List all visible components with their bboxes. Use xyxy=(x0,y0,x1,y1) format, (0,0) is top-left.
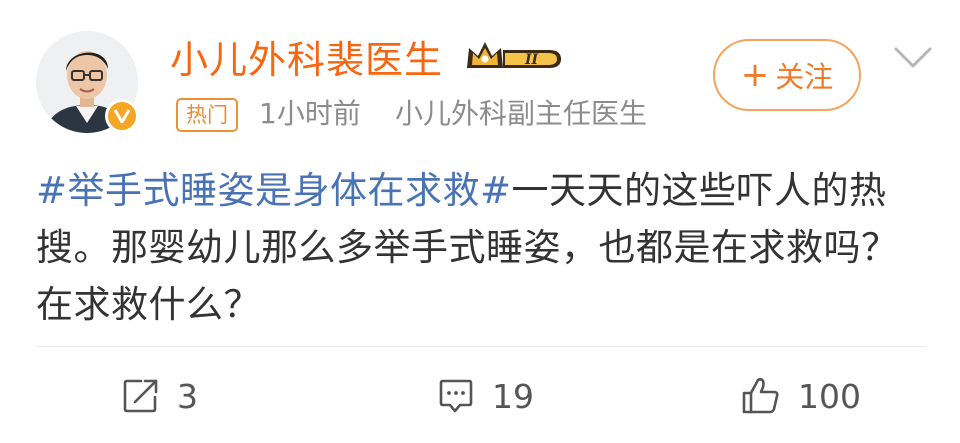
author-name[interactable]: 小儿外科裴医生 xyxy=(170,36,443,84)
post-content: #举手式睡姿是身体在求救#一天天的这些吓人的热搜。那婴幼儿那么多举手式睡姿，也都… xyxy=(36,162,936,333)
divider xyxy=(36,346,926,347)
author-title: 小儿外科副主任医生 xyxy=(395,97,648,130)
repost-count: 3 xyxy=(177,376,198,416)
like-count: 100 xyxy=(798,376,861,416)
comment-count: 19 xyxy=(492,376,534,416)
crown-vip-icon: II xyxy=(465,38,565,78)
hot-tag-badge: 热门 xyxy=(176,98,238,132)
follow-button[interactable]: + 关注 xyxy=(713,39,861,111)
topic-hashtag-link[interactable]: #举手式睡姿是身体在求救# xyxy=(36,169,512,212)
chevron-down-icon[interactable] xyxy=(893,45,933,71)
plus-icon: + xyxy=(740,55,770,95)
comment-button[interactable]: 19 xyxy=(436,373,534,419)
thumbs-up-icon xyxy=(742,377,779,414)
share-icon xyxy=(123,379,158,413)
comment-icon xyxy=(439,379,473,413)
repost-button[interactable]: 3 xyxy=(121,373,198,419)
post-timestamp: 1小时前 xyxy=(259,97,361,130)
verified-v-badge-icon xyxy=(105,99,139,133)
vip-level-label: II xyxy=(524,52,539,68)
like-button[interactable]: 100 xyxy=(740,373,861,419)
follow-label: 关注 xyxy=(775,60,834,94)
